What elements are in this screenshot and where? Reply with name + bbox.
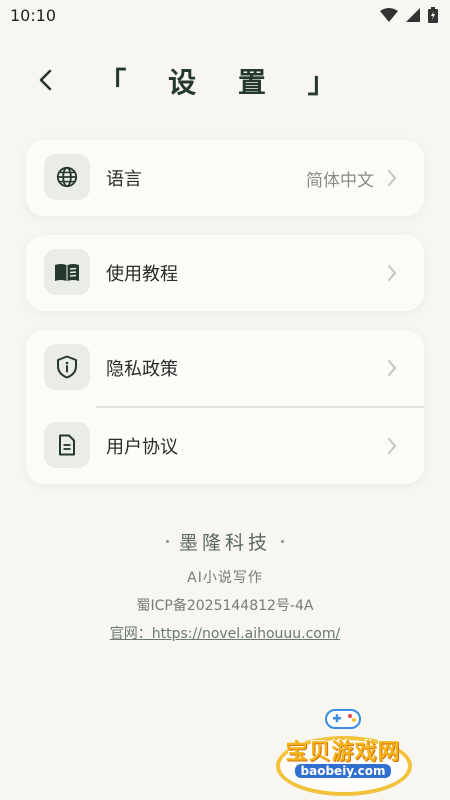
language-icon-box <box>44 154 90 200</box>
battery-icon <box>428 7 438 23</box>
tutorial-row[interactable]: 使用教程 <box>26 235 424 311</box>
divider-dot <box>165 540 169 543</box>
status-time: 10:10 <box>10 5 57 25</box>
agreement-icon-box <box>44 422 90 468</box>
footer: 墨隆科技 AI小说写作 蜀ICP备2025144812号-4A 官网：https… <box>0 528 450 643</box>
signal-icon <box>406 8 420 22</box>
book-icon <box>55 264 79 281</box>
status-icons <box>380 7 438 23</box>
gamepad-icon <box>325 709 361 729</box>
chevron-right-icon <box>388 360 397 376</box>
privacy-icon-box <box>44 344 90 390</box>
watermark-title: 宝贝游戏网 <box>285 740 401 765</box>
agreement-label: 用户协议 <box>106 437 178 458</box>
language-label: 语言 <box>106 169 142 190</box>
website-link[interactable]: 官网：https://novel.aihouuu.com/ <box>0 623 450 643</box>
chevron-right-icon <box>388 438 397 454</box>
company-name-row: 墨隆科技 <box>0 528 450 555</box>
shield-icon <box>57 355 77 379</box>
privacy-row[interactable]: 隐私政策 <box>26 330 424 406</box>
product-name: AI小说写作 <box>187 570 263 586</box>
company-name: 墨隆科技 <box>178 532 271 554</box>
watermark-url-text: baobeiy.com <box>294 764 392 778</box>
watermark-url: baobeiy.com <box>268 764 418 778</box>
tutorial-icon-box <box>44 249 90 295</box>
agreement-row[interactable]: 用户协议 <box>26 408 424 484</box>
watermark: 宝贝游戏网 baobeiy.com <box>268 700 418 796</box>
document-icon <box>59 434 75 456</box>
language-card: 语言 简体中文 <box>26 140 424 216</box>
icp-license: 蜀ICP备2025144812号-4A <box>136 598 314 614</box>
language-row[interactable]: 语言 简体中文 <box>26 140 424 216</box>
header: 「 设 置 」 <box>0 55 450 105</box>
chevron-right-icon <box>388 265 397 281</box>
tutorial-card: 使用教程 <box>26 235 424 311</box>
wifi-icon <box>380 8 398 22</box>
divider-dot <box>281 540 284 543</box>
globe-icon <box>56 166 78 188</box>
status-bar: 10:10 <box>0 0 450 30</box>
legal-card: 隐私政策 用户协议 <box>26 330 424 484</box>
privacy-label: 隐私政策 <box>106 359 178 380</box>
language-value: 简体中文 <box>306 170 374 191</box>
chevron-right-icon <box>388 170 397 186</box>
page-title: 「 设 置 」 <box>98 66 352 99</box>
tutorial-label: 使用教程 <box>106 264 178 285</box>
